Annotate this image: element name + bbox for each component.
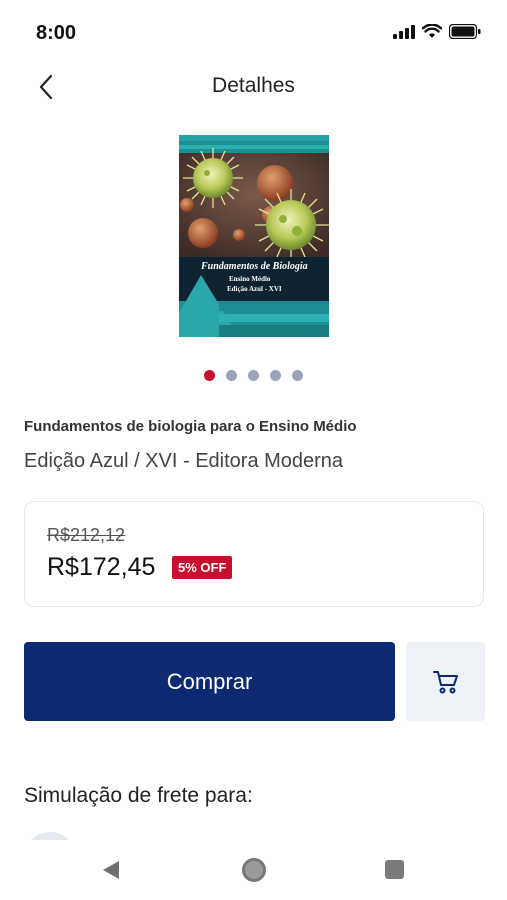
price-card: R$212,12 R$172,45 5% OFF bbox=[24, 501, 484, 607]
carousel-dot[interactable] bbox=[292, 370, 303, 381]
header: Detalhes bbox=[0, 62, 507, 112]
carousel-dot[interactable] bbox=[270, 370, 281, 381]
page-title: Detalhes bbox=[212, 74, 295, 97]
system-nav-bar bbox=[0, 840, 507, 900]
battery-icon bbox=[449, 24, 481, 39]
nav-home-icon[interactable] bbox=[242, 858, 266, 882]
buy-button[interactable]: Comprar bbox=[24, 642, 395, 721]
nav-recent-icon[interactable] bbox=[385, 860, 404, 879]
original-price: R$212,12 bbox=[47, 525, 126, 545]
product-subtitle: Edição Azul / XVI - Editora Moderna bbox=[24, 450, 344, 472]
cover-line3: Edição Azul - XVI bbox=[227, 285, 282, 293]
carousel-dots bbox=[0, 370, 507, 381]
current-price: R$172,45 bbox=[47, 553, 156, 581]
add-to-cart-button[interactable] bbox=[406, 642, 485, 721]
signal-icon bbox=[393, 24, 415, 39]
carousel-dot[interactable] bbox=[204, 370, 215, 381]
cart-icon bbox=[432, 670, 458, 693]
discount-badge: 5% OFF bbox=[172, 556, 233, 579]
cover-title: Fundamentos de Biologia bbox=[201, 261, 308, 272]
status-bar: 8:00 bbox=[0, 0, 507, 62]
carousel-dot[interactable] bbox=[226, 370, 237, 381]
nav-back-icon[interactable] bbox=[102, 860, 120, 880]
status-icons bbox=[393, 24, 481, 39]
book-cover-art bbox=[179, 135, 329, 337]
status-time: 8:00 bbox=[36, 22, 77, 44]
wifi-icon bbox=[422, 24, 442, 38]
shipping-heading: Simulação de frete para: bbox=[24, 784, 253, 807]
carousel-dot[interactable] bbox=[248, 370, 259, 381]
cover-line2: Ensino Médio bbox=[229, 275, 271, 283]
book-cover-image[interactable]: Fundamentos de Biologia Ensino Médio Edi… bbox=[179, 135, 329, 337]
product-title: Fundamentos de biologia para o Ensino Mé… bbox=[24, 418, 357, 435]
